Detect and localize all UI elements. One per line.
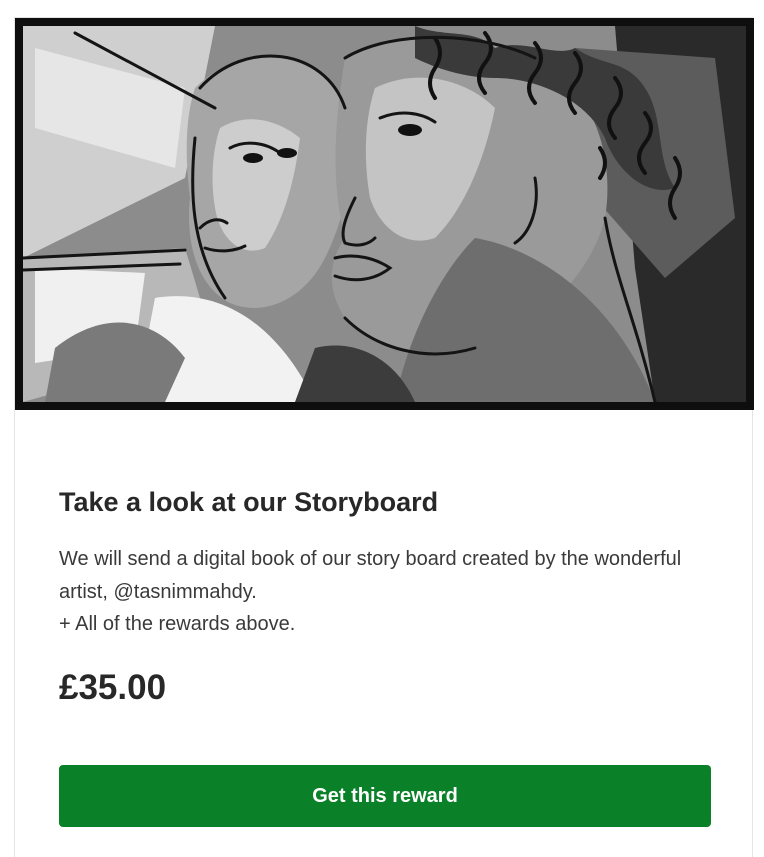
reward-description: We will send a digital book of our story… (59, 543, 699, 641)
reward-title: Take a look at our Storyboard (59, 487, 439, 517)
reward-card: Take a look at our Storyboard We will se… (14, 17, 754, 857)
reward-price: £35.00 (59, 668, 167, 707)
get-reward-button[interactable]: Get this reward (59, 765, 711, 827)
reward-description-line: + All of the rewards above. (59, 613, 296, 635)
reward-description-line: We will send a digital book of our story… (59, 548, 682, 603)
storyboard-illustration (15, 18, 754, 410)
